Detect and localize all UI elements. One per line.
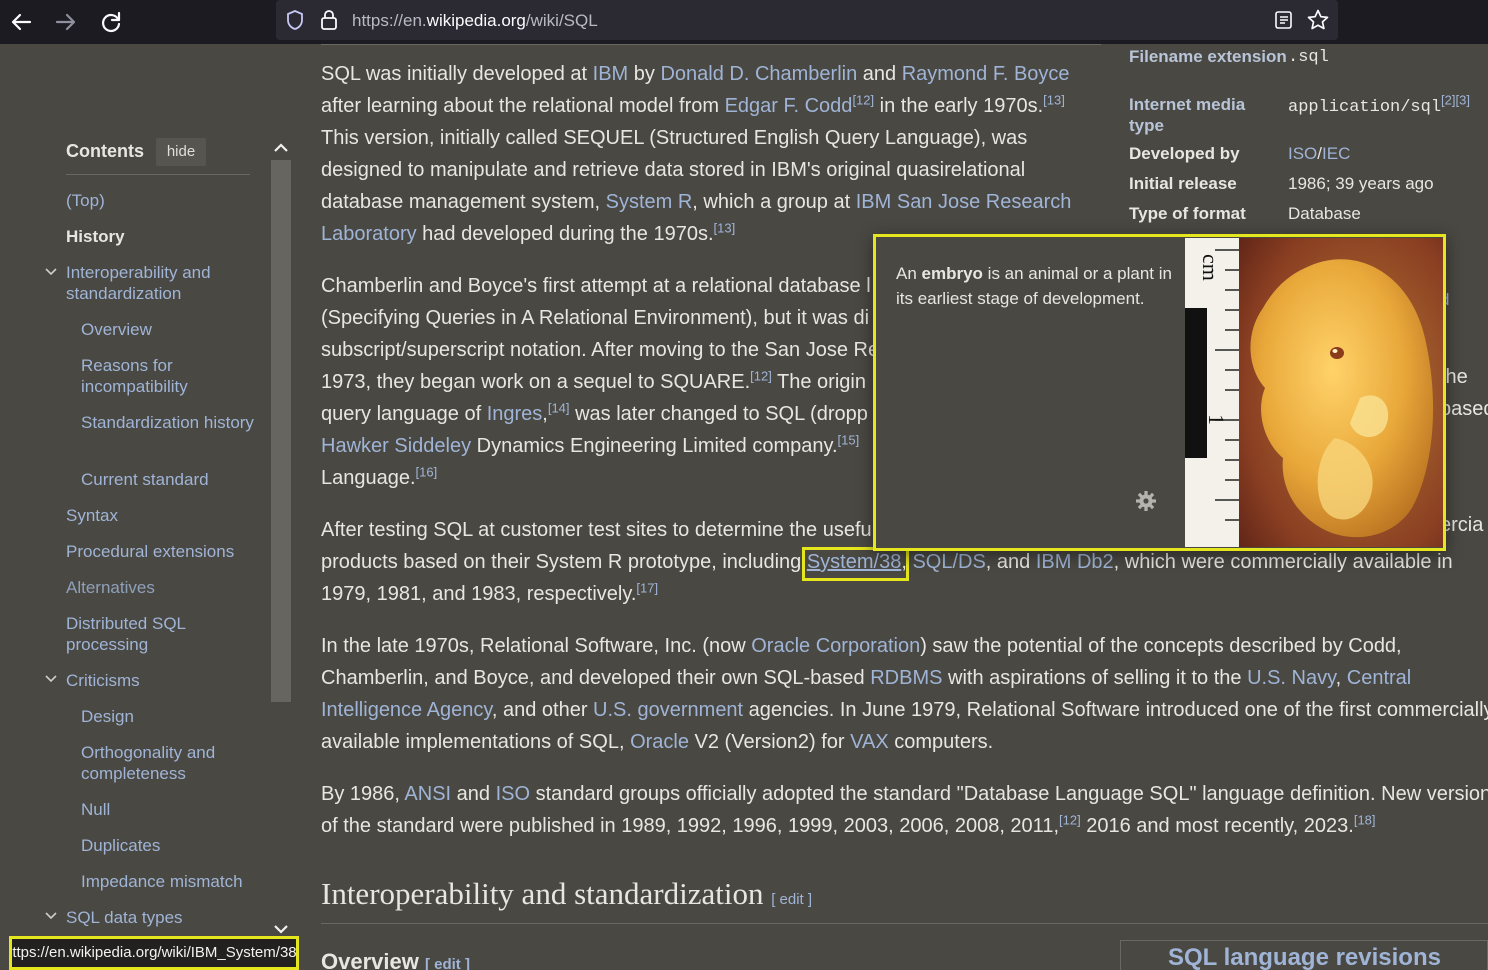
media-type-text: application/sql — [1288, 98, 1442, 117]
link-boyce[interactable]: Raymond F. Boyce — [902, 63, 1070, 85]
link-codd[interactable]: Edgar F. Codd — [725, 95, 853, 117]
link-iec-infobox[interactable]: IEC — [1322, 144, 1350, 163]
toc-collapse-chevron-icon[interactable] — [44, 672, 58, 686]
infobox-value-initial-release: 1986; 39 years ago — [1288, 174, 1434, 193]
toc-item-interoperability[interactable]: Interoperability and standardization — [66, 262, 256, 304]
body-peek-text: based — [1440, 398, 1488, 420]
toc-item-design[interactable]: Design — [81, 706, 256, 727]
toc-item-criticisms[interactable]: Criticisms — [66, 670, 256, 691]
status-url-text: https://en.wikipedia.org/wiki/IBM_System… — [9, 944, 297, 961]
link-ingres[interactable]: Ingres — [487, 403, 543, 425]
url-bar[interactable]: https://en.wikipedia.org/wiki/SQL — [276, 0, 1338, 40]
embryo-image[interactable]: cm 1 — [1185, 238, 1443, 547]
toc-item-top[interactable]: (Top) — [66, 190, 256, 211]
edit-link[interactable]: [ edit ] — [425, 956, 470, 970]
toc-collapse-chevron-icon[interactable] — [44, 909, 58, 923]
toc-item-sql-data-types[interactable]: SQL data types — [66, 907, 256, 928]
toc-item-syntax[interactable]: Syntax — [66, 505, 256, 526]
paragraph-history-4: In the late 1970s, Relational Software, … — [321, 635, 1488, 753]
link-vax[interactable]: VAX — [850, 731, 889, 753]
heading-text: Interoperability and standardization — [321, 876, 764, 911]
url-text[interactable]: https://en.wikipedia.org/wiki/SQL — [352, 11, 598, 31]
toc-sidebar: Contents hide (Top) History Interoperabi… — [0, 44, 300, 970]
link-system-r[interactable]: System R — [606, 191, 693, 213]
ruler-unit-label: cm — [1198, 254, 1223, 281]
article-top-divider — [321, 44, 1101, 45]
toc-item-reasons[interactable]: Reasons for incompatibility — [81, 355, 256, 397]
link-oracle[interactable]: Oracle — [630, 731, 689, 753]
scroll-up-arrow-icon[interactable] — [272, 141, 290, 155]
popup-extract: An embryo is an animal or a plant in its… — [896, 261, 1176, 311]
edit-link[interactable]: [ edit ] — [771, 891, 812, 908]
infobox-label-initial-release: Initial release — [1129, 174, 1237, 193]
lock-icon[interactable] — [320, 9, 338, 31]
infobox-label-media-type[interactable]: Internet media type — [1129, 94, 1259, 136]
link-us-navy[interactable]: U.S. Navy — [1247, 667, 1336, 689]
hovered-link-highlight — [802, 547, 909, 581]
link-chamberlin[interactable]: Donald D. Chamberlin — [660, 63, 857, 85]
link-rdbms[interactable]: RDBMS — [870, 667, 942, 689]
toc-item-impedance-mismatch[interactable]: Impedance mismatch — [81, 871, 256, 892]
paragraph-history-5: By 1986, ANSI and ISO standard groups of… — [321, 783, 1488, 837]
reload-icon[interactable] — [96, 7, 126, 37]
toc-item-alternatives[interactable]: Alternatives — [66, 577, 256, 598]
gear-icon[interactable] — [1134, 489, 1158, 513]
toc-collapse-chevron-icon[interactable] — [44, 265, 58, 279]
link-ibm-db2[interactable]: IBM Db2 — [1036, 551, 1114, 573]
body-peek-text: ercia — [1440, 514, 1484, 536]
toc-item-duplicates[interactable]: Duplicates — [81, 835, 256, 856]
toc-divider — [66, 174, 250, 175]
bookmark-star-icon[interactable] — [1306, 8, 1330, 32]
ruler-mark-label: 1 — [1204, 414, 1229, 425]
scroll-down-arrow-icon[interactable] — [272, 922, 290, 936]
link-oracle-corp[interactable]: Oracle Corporation — [751, 635, 920, 657]
toc-item-current-standard[interactable]: Current standard — [81, 469, 256, 490]
toc-scrollbar-thumb[interactable] — [271, 160, 291, 702]
toc-item-procedural-extensions[interactable]: Procedural extensions — [66, 541, 256, 562]
url-path: /wiki/SQL — [525, 11, 598, 30]
section-heading-interoperability: Interoperability and standardization [ e… — [321, 878, 812, 916]
revisions-title: SQL language revisions — [1168, 944, 1441, 970]
browser-toolbar: https://en.wikipedia.org/wiki/SQL — [0, 0, 1488, 44]
toc-item-history[interactable]: History — [66, 226, 256, 247]
url-domain: wikipedia.org — [426, 11, 526, 30]
infobox-value-filename: .sql — [1288, 48, 1329, 67]
infobox-label-type: Type of format — [1129, 204, 1246, 223]
link-ibm-san-jose[interactable]: IBM San Jose Research — [856, 191, 1072, 213]
link-cia[interactable]: Central — [1347, 667, 1411, 689]
toc-item-overview[interactable]: Overview — [81, 319, 256, 340]
shield-icon[interactable] — [286, 9, 304, 31]
infobox-value-media-type: application/sql[2][3] — [1288, 92, 1470, 118]
popup-bold-term: embryo — [921, 264, 983, 283]
subsection-heading-overview: Overview [ edit ] — [321, 946, 470, 970]
link-ibm[interactable]: IBM — [593, 63, 629, 85]
toc-item-null[interactable]: Null — [81, 799, 256, 820]
infobox-label-developed: Developed by — [1129, 144, 1240, 163]
infobox-value-type: Database — [1288, 204, 1361, 223]
heading-divider — [321, 923, 1488, 924]
toc-item-standardization-history[interactable]: Standardization history — [81, 412, 256, 433]
infobox-label-filename: Filename extension — [1129, 47, 1287, 66]
status-link-preview: https://en.wikipedia.org/wiki/IBM_System… — [9, 936, 299, 970]
link-iso[interactable]: ISO — [496, 783, 530, 805]
url-prefix: https://en. — [352, 11, 427, 30]
popup-text-before: An — [896, 264, 922, 283]
subheading-text: Overview — [321, 949, 419, 970]
link-hawker-siddeley[interactable]: Hawker Siddeley — [321, 435, 471, 457]
media-type-refs[interactable]: [2][3] — [1441, 92, 1470, 107]
toc-item-distributed-sql[interactable]: Distributed SQL processing — [66, 613, 256, 655]
link-us-government[interactable]: U.S. government — [593, 699, 743, 721]
link-preview-popup[interactable]: An embryo is an animal or a plant in its… — [873, 234, 1446, 551]
toc-hide-button[interactable]: hide — [156, 138, 206, 166]
forward-arrow-icon[interactable] — [51, 7, 81, 37]
toc-item-orthogonality[interactable]: Orthogonality and completeness — [81, 742, 256, 784]
link-sql-ds[interactable]: SQL/DS — [912, 551, 985, 573]
reader-view-icon[interactable] — [1274, 9, 1294, 31]
link-iso-infobox[interactable]: ISO — [1288, 144, 1317, 163]
toc-title: Contents — [66, 141, 144, 161]
infobox-value-developed: ISO/IEC — [1288, 143, 1350, 164]
link-ansi[interactable]: ANSI — [404, 783, 451, 805]
back-arrow-icon[interactable] — [6, 7, 36, 37]
